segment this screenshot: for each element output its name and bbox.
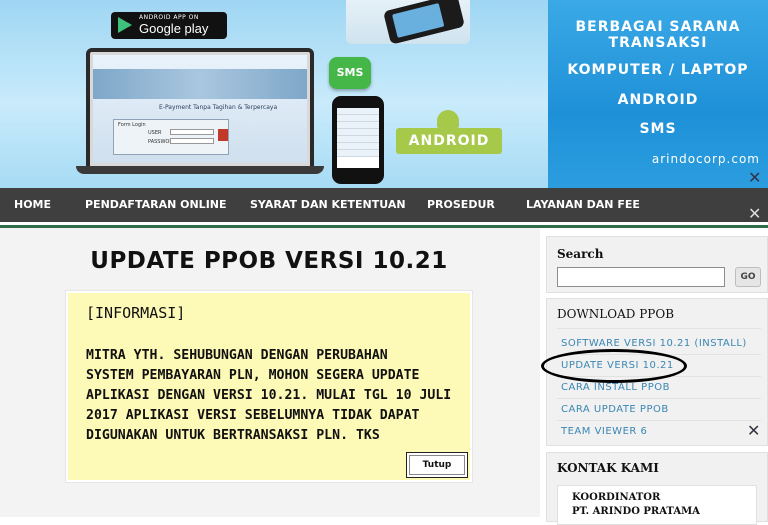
sidebar: Search GO DOWNLOAD PPOB SOFTWARE VERSI 1… [540, 228, 768, 525]
divider [557, 328, 761, 329]
promo-line-4: ANDROID [617, 92, 699, 108]
contact-line: KOORDINATOR [572, 492, 661, 503]
download-link-software[interactable]: SOFTWARE VERSI 10.21 (INSTALL) [561, 338, 747, 349]
sms-icon: SMS [329, 57, 371, 89]
notice-body: MITRA YTH. SEHUBUNGAN DENGAN PERUBAHAN S… [86, 346, 468, 446]
page-title: UPDATE PPOB VERSI 10.21 [90, 248, 448, 274]
promo-line-1: BERBAGAI SARANA [575, 19, 741, 35]
nav-layanan-dan-fee[interactable]: LAYANAN DAN FEE [526, 188, 640, 222]
login-user-label: USER [148, 130, 162, 136]
notice-line: DIGUNAKAN UNTUK BERTRANSAKSI PLN. TKS [86, 428, 380, 443]
nav-pendaftaran-online[interactable]: PENDAFTARAN ONLINE [85, 188, 227, 222]
smartphone-illustration [332, 96, 384, 184]
contact-title: KONTAK KAMI [557, 461, 659, 475]
search-title: Search [557, 247, 604, 261]
nav-prosedur[interactable]: PROSEDUR [427, 188, 495, 222]
google-play-icon [118, 17, 132, 33]
google-play-badge[interactable]: ANDROID APP ON Google play [111, 12, 227, 39]
main-content: UPDATE PPOB VERSI 10.21 [INFORMASI] MITR… [0, 228, 540, 517]
android-icon [437, 110, 459, 128]
login-user-field [170, 129, 214, 135]
download-link-update[interactable]: UPDATE VERSI 10.21 [561, 360, 674, 371]
wrench-icon[interactable]: ✕ [747, 421, 760, 440]
laptop-header-strip [93, 69, 307, 99]
login-button-illustration [218, 129, 228, 141]
divider [557, 398, 761, 399]
promo-line-5: SMS [639, 121, 677, 137]
search-go-button[interactable]: GO [735, 267, 761, 287]
download-widget: DOWNLOAD PPOB SOFTWARE VERSI 10.21 (INST… [546, 298, 768, 446]
nav-syarat-dan-ketentuan[interactable]: SYARAT DAN KETENTUAN [250, 188, 406, 222]
laptop-base [76, 166, 324, 174]
download-title: DOWNLOAD PPOB [557, 307, 675, 321]
google-play-badge-text: Google play [139, 21, 209, 36]
divider [557, 420, 761, 421]
divider [557, 354, 761, 355]
header-banner: ANDROID APP ON Google play E-Payment Tan… [0, 0, 768, 188]
search-widget: Search GO [546, 236, 768, 293]
download-link-cara-install[interactable]: CARA INSTALL PPOB [561, 382, 670, 393]
android-logo: ANDROID [396, 128, 502, 154]
promo-site-url: arindocorp.com [651, 152, 760, 166]
laptop-illustration: E-Payment Tanpa Tagihan & Terpercaya For… [86, 48, 314, 170]
divider [557, 376, 761, 377]
contact-box: KOORDINATOR PT. ARINDO PRATAMA [557, 485, 757, 525]
notice-line: APLIKASI DENGAN VERSI 10.21. MULAI TGL 1… [86, 388, 452, 403]
wrench-icon[interactable]: ✕ [748, 168, 761, 187]
notice-line: SYSTEM PEMBAYARAN PLN, MOHON SEGERA UPDA… [86, 368, 420, 383]
login-password-field [170, 138, 214, 144]
promo-line-3: KOMPUTER / LAPTOP [567, 62, 749, 78]
nav-home[interactable]: HOME [14, 188, 51, 222]
notice-line: MITRA YTH. SEHUBUNGAN DENGAN PERUBAHAN [86, 348, 388, 363]
promo-line-2: TRANSAKSI [608, 35, 708, 51]
notice-heading: [INFORMASI] [86, 304, 186, 322]
smartphone-screen [337, 108, 379, 168]
notice-line: 2017 APLIKASI VERSI SEBELUMNYA TIDAK DAP… [86, 408, 420, 423]
login-form-illustration: Form Login USER PASSWORD [113, 119, 229, 155]
main-nav: HOME PENDAFTARAN ONLINE SYARAT DAN KETEN… [0, 188, 768, 223]
wrench-icon[interactable]: ✕ [748, 204, 761, 223]
login-form-title: Form Login [118, 122, 146, 128]
google-play-badge-small-text: ANDROID APP ON [139, 14, 199, 21]
laptop-tagline: E-Payment Tanpa Tagihan & Terpercaya [159, 104, 278, 111]
download-link-team-viewer[interactable]: TEAM VIEWER 6 [561, 426, 647, 437]
laptop-screen: E-Payment Tanpa Tagihan & Terpercaya For… [93, 55, 307, 163]
search-input[interactable] [557, 267, 725, 287]
notice-popup: [INFORMASI] MITRA YTH. SEHUBUNGAN DENGAN… [66, 291, 472, 482]
contact-widget: KONTAK KAMI KOORDINATOR PT. ARINDO PRATA… [546, 452, 768, 525]
download-link-cara-update[interactable]: CARA UPDATE PPOB [561, 404, 669, 415]
close-button[interactable]: Tutup [406, 452, 468, 478]
contact-line: PT. ARINDO PRATAMA [572, 506, 700, 517]
